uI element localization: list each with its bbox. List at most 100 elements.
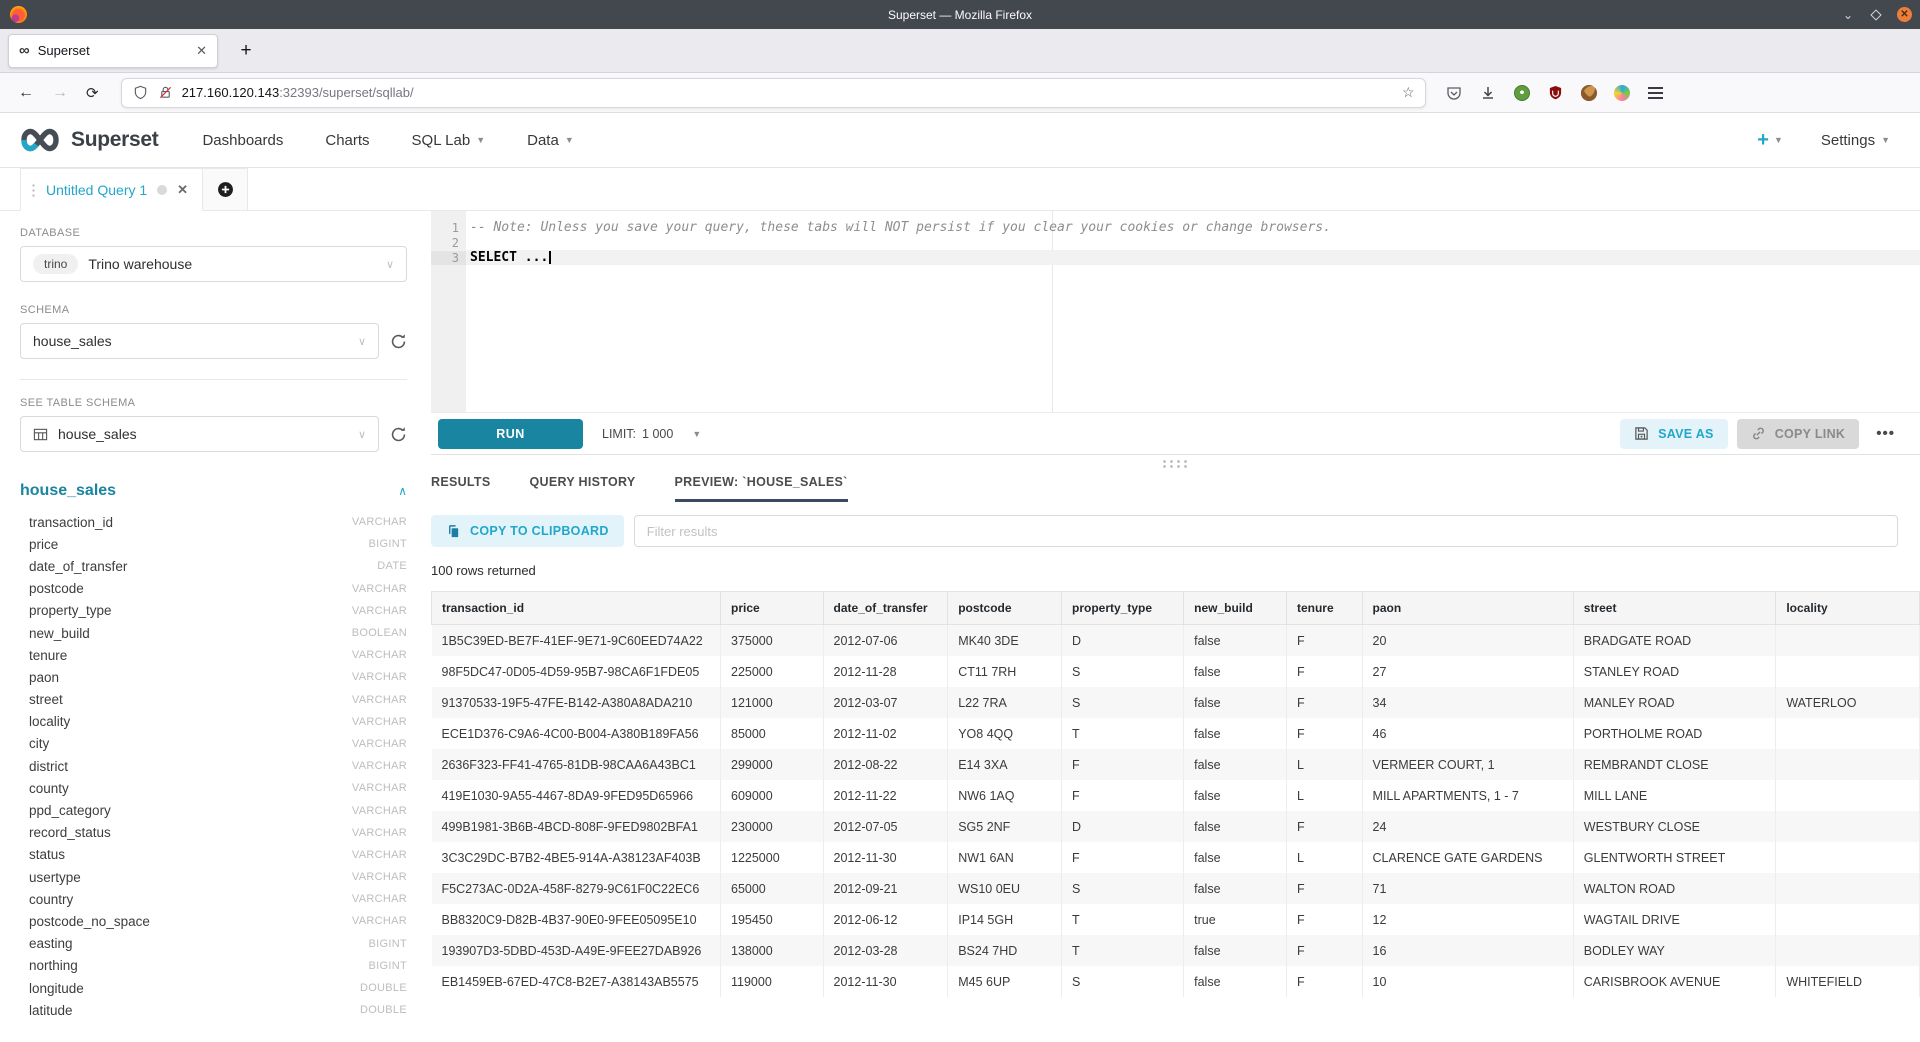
results-header-row: transaction_idpricedate_of_transferpostc…: [432, 592, 1920, 625]
table-cell: T: [1062, 718, 1184, 749]
copy-to-clipboard-button[interactable]: COPY TO CLIPBOARD: [431, 515, 624, 547]
table-cell: WALTON ROAD: [1573, 873, 1776, 904]
sqllab-sidebar: DATABASE trino Trino warehouse ∨ SCHEMA …: [0, 211, 431, 1042]
table-cell: CT11 7RH: [948, 656, 1062, 687]
table-cell: D: [1062, 811, 1184, 842]
table-cell: [1776, 656, 1920, 687]
tab-close-icon[interactable]: ✕: [196, 43, 207, 59]
schema-column-row: record_statusVARCHAR: [20, 822, 407, 844]
url-bar[interactable]: 217.160.120.143:32393/superset/sqllab/ ☆: [121, 78, 1426, 108]
column-header-property_type[interactable]: property_type: [1062, 592, 1184, 625]
chevron-up-icon[interactable]: ∧: [398, 484, 407, 498]
menu-icon[interactable]: [1647, 84, 1664, 101]
tab-preview-house-sales[interactable]: PREVIEW: `HOUSE_SALES`: [675, 475, 848, 502]
refresh-schemas-icon[interactable]: [390, 333, 407, 350]
table-cell: CLARENCE GATE GARDENS: [1362, 842, 1573, 873]
line-number: 3: [431, 251, 466, 265]
panel-resize-handle[interactable]: [1161, 459, 1191, 468]
browser-tab[interactable]: ∞ Superset ✕: [8, 34, 218, 68]
caret-down-icon: ▼: [1881, 135, 1890, 145]
new-object-button[interactable]: +▼: [1757, 129, 1783, 152]
column-header-tenure[interactable]: tenure: [1286, 592, 1362, 625]
column-header-date_of_transfer[interactable]: date_of_transfer: [823, 592, 948, 625]
superset-navbar: Superset Dashboards Charts SQL Lab▼ Data…: [0, 113, 1920, 168]
column-header-transaction_id[interactable]: transaction_id: [432, 592, 721, 625]
database-engine-tag: trino: [33, 254, 78, 274]
column-header-paon[interactable]: paon: [1362, 592, 1573, 625]
table-cell: 1225000: [721, 842, 824, 873]
add-query-tab-button[interactable]: [203, 168, 248, 211]
table-schema-title[interactable]: house_sales: [20, 482, 116, 500]
url-text[interactable]: 217.160.120.143:32393/superset/sqllab/: [182, 85, 1394, 100]
table-cell: 98F5DC47-0D05-4D59-95B7-98CA6F1FDE05: [432, 656, 721, 687]
insecure-lock-icon[interactable]: [157, 84, 174, 101]
nav-item-sql-lab[interactable]: SQL Lab▼: [412, 132, 486, 149]
schema-column-row: localityVARCHAR: [20, 711, 407, 733]
column-header-street[interactable]: street: [1573, 592, 1776, 625]
column-type: VARCHAR: [352, 760, 407, 772]
drag-handle-icon[interactable]: [31, 183, 36, 197]
column-type: DOUBLE: [360, 982, 407, 994]
tab-query-history[interactable]: QUERY HISTORY: [530, 475, 636, 502]
table-cell: 419E1030-9A55-4467-8DA9-9FED95D65966: [432, 780, 721, 811]
filter-results-input[interactable]: [634, 515, 1898, 547]
column-name: easting: [29, 936, 73, 951]
column-type: VARCHAR: [352, 827, 407, 839]
brand-name: Superset: [71, 128, 158, 152]
table-cell: 2012-06-12: [823, 904, 948, 935]
back-button[interactable]: ←: [18, 84, 34, 102]
column-header-locality[interactable]: locality: [1776, 592, 1920, 625]
reload-button[interactable]: ⟳: [86, 84, 99, 102]
shield-icon[interactable]: [132, 84, 149, 101]
query-tab-close-icon[interactable]: ✕: [177, 182, 188, 198]
more-options-button[interactable]: •••: [1876, 425, 1895, 442]
bookmark-star-icon[interactable]: ☆: [1402, 84, 1415, 101]
sql-editor[interactable]: 1 -- Note: Unless you save your query, t…: [431, 211, 1920, 412]
column-header-new_build[interactable]: new_build: [1184, 592, 1287, 625]
table-cell: 2012-07-05: [823, 811, 948, 842]
schema-column-row: usertypeVARCHAR: [20, 866, 407, 888]
nav-item-data[interactable]: Data▼: [527, 132, 574, 149]
table-cell: 499B1981-3B6B-4BCD-808F-9FED9802BFA1: [432, 811, 721, 842]
forward-button[interactable]: →: [52, 84, 68, 102]
schema-column-row: longitudeDOUBLE: [20, 977, 407, 999]
column-header-price[interactable]: price: [721, 592, 824, 625]
table-cell: [1776, 625, 1920, 657]
schema-column-row: statusVARCHAR: [20, 844, 407, 866]
table-cell: WS10 0EU: [948, 873, 1062, 904]
column-type: VARCHAR: [352, 516, 407, 528]
column-header-postcode[interactable]: postcode: [948, 592, 1062, 625]
table-cell: 609000: [721, 780, 824, 811]
privacy-badger-extension-icon[interactable]: [1514, 85, 1530, 101]
cookie-extension-icon[interactable]: [1581, 85, 1597, 101]
pocket-icon[interactable]: [1446, 84, 1463, 101]
chevron-down-icon: ∨: [358, 428, 366, 441]
table-select[interactable]: house_sales ∨: [20, 416, 379, 452]
database-select[interactable]: trino Trino warehouse ∨: [20, 246, 407, 282]
ublock-extension-icon[interactable]: [1547, 84, 1564, 101]
table-row: F5C273AC-0D2A-458F-8279-9C61F0C22EC66500…: [432, 873, 1920, 904]
consent-extension-icon[interactable]: [1614, 85, 1630, 101]
window-minimize-button[interactable]: ⌄: [1841, 8, 1855, 22]
superset-logo[interactable]: Superset: [17, 126, 158, 154]
query-tab-untitled[interactable]: Untitled Query 1 ✕: [20, 168, 203, 211]
new-tab-button[interactable]: +: [232, 40, 260, 62]
settings-menu[interactable]: Settings▼: [1821, 132, 1890, 149]
run-button[interactable]: RUN: [438, 419, 583, 449]
downloads-icon[interactable]: [1480, 84, 1497, 101]
schema-select[interactable]: house_sales ∨: [20, 323, 379, 359]
window-maximize-button[interactable]: [1870, 9, 1881, 20]
chevron-down-icon: ∨: [386, 258, 394, 271]
limit-dropdown[interactable]: LIMIT: 1 000 ▼: [602, 427, 701, 441]
refresh-tables-icon[interactable]: [390, 426, 407, 443]
browser-tab-title: Superset: [38, 43, 188, 58]
nav-item-charts[interactable]: Charts: [325, 132, 369, 149]
tab-results[interactable]: RESULTS: [431, 475, 491, 502]
copy-link-button[interactable]: COPY LINK: [1737, 419, 1860, 449]
table-cell: T: [1062, 935, 1184, 966]
window-close-button[interactable]: ✕: [1897, 7, 1912, 22]
schema-column-row: latitudeDOUBLE: [20, 999, 407, 1021]
save-as-button[interactable]: SAVE AS: [1620, 419, 1728, 449]
nav-item-dashboards[interactable]: Dashboards: [202, 132, 283, 149]
column-type: VARCHAR: [352, 849, 407, 861]
